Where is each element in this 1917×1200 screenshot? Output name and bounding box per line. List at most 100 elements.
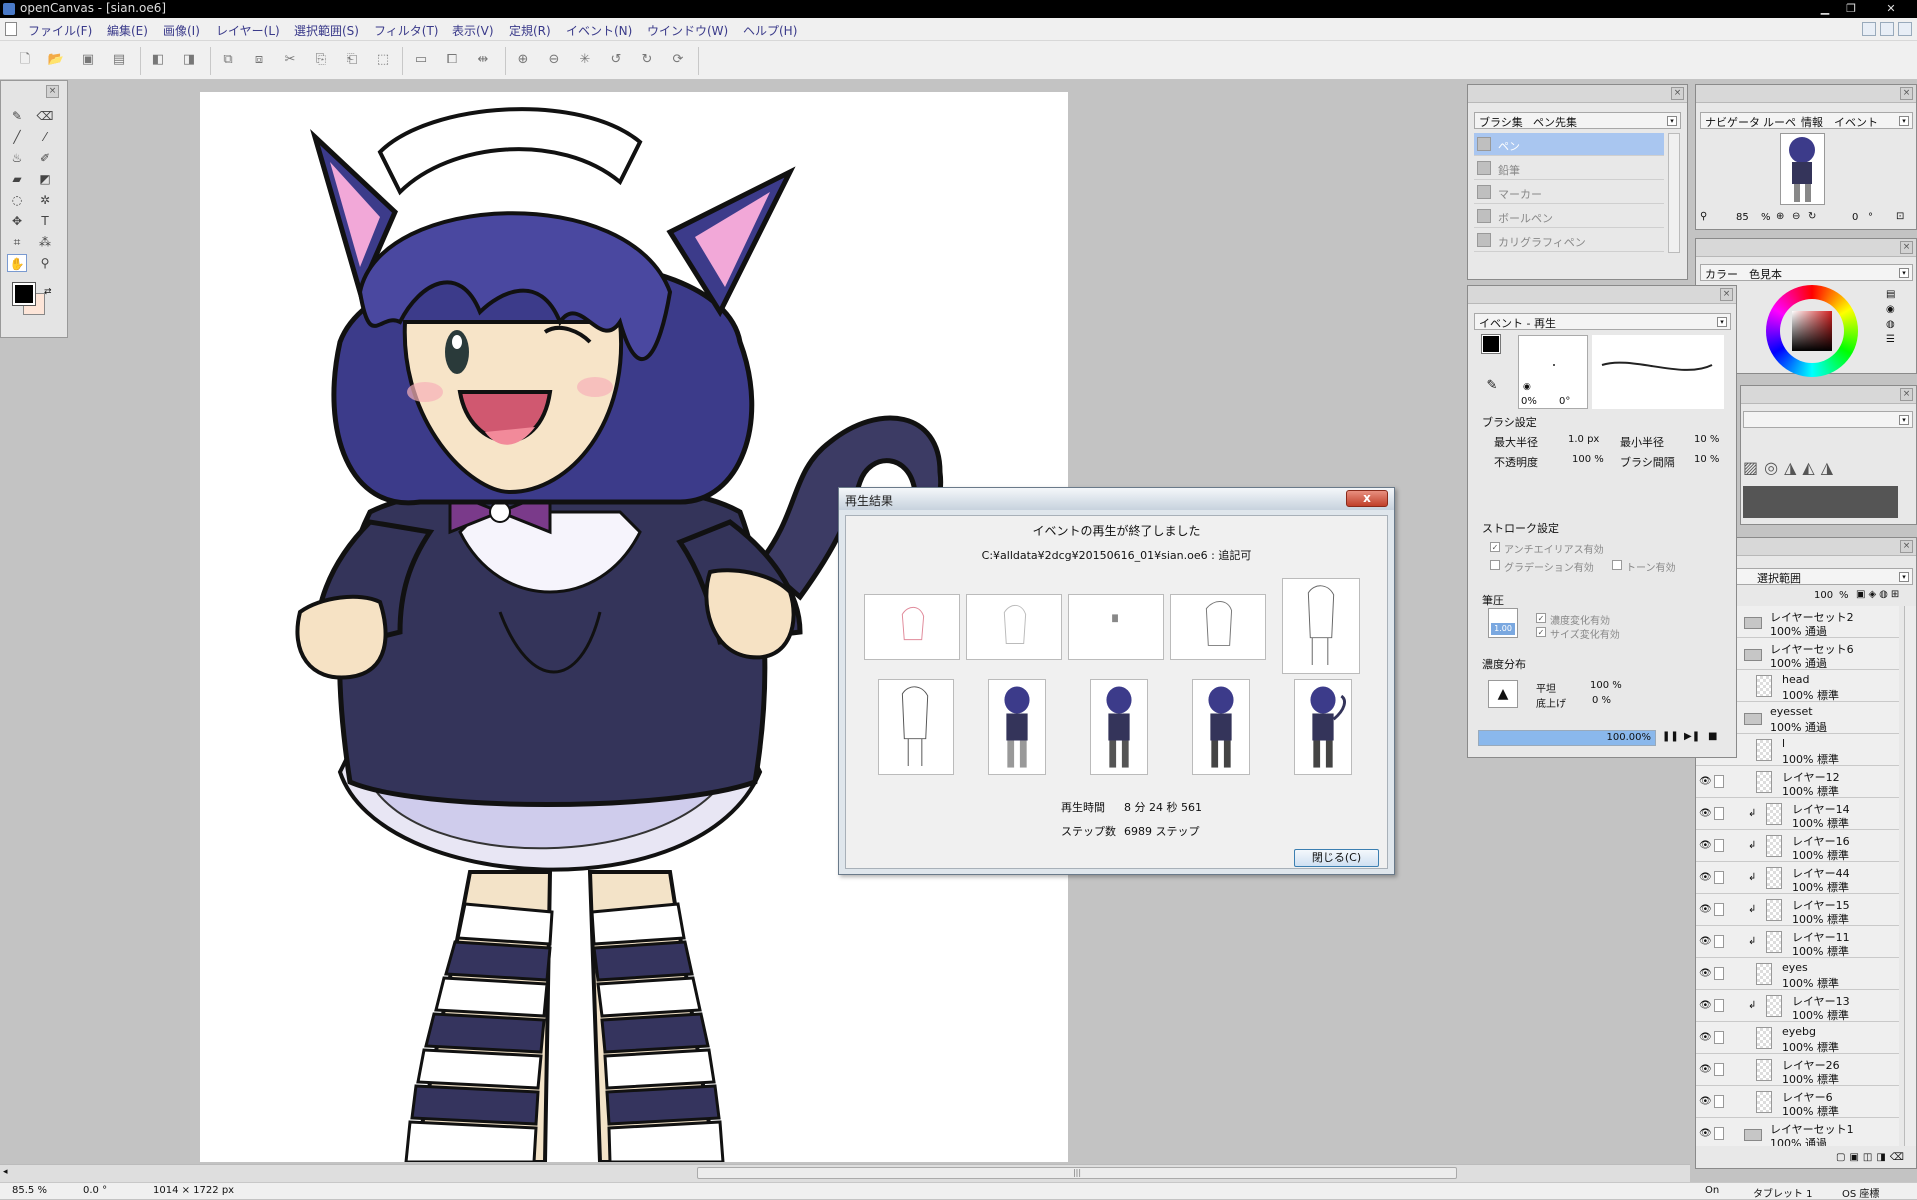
horizontal-scrollbar[interactable]: ◂ ||| [0, 1164, 1690, 1182]
menu-layer[interactable]: レイヤー(L) [216, 22, 280, 39]
next-icon[interactable]: ◨ [180, 51, 198, 69]
close-window-button[interactable]: ✕ [1880, 1, 1902, 16]
brush-panel-close-button[interactable]: × [1671, 87, 1684, 100]
gradient-tool-icon[interactable]: ◩ [35, 170, 55, 188]
pattern-menu-icon[interactable]: ▾ [1899, 415, 1909, 425]
layer-row[interactable]: 👁 レイヤーセット1 100% 通過 [1696, 1118, 1899, 1146]
fill-tool-icon[interactable]: ♨ [7, 149, 27, 167]
layer-row[interactable]: 👁 レイヤー6 100% 標準 [1696, 1086, 1899, 1118]
tab-event[interactable]: イベント [1834, 114, 1878, 130]
brush-panel-menu-icon[interactable]: ▾ [1667, 116, 1677, 126]
magic-wand-icon[interactable]: ✲ [35, 191, 55, 209]
bucket-tool-icon[interactable]: ▰ [7, 170, 27, 188]
brush-tool-icon[interactable]: ✐ [35, 149, 55, 167]
layer-menu-icon[interactable]: ▾ [1899, 572, 1909, 582]
color-sv-square[interactable] [1792, 311, 1832, 351]
tab-color[interactable]: カラー [1705, 266, 1738, 282]
move-tool-icon[interactable]: ✥ [7, 212, 27, 230]
dialog-close-x-button[interactable]: x [1346, 490, 1388, 507]
event-primary-color[interactable] [1481, 334, 1501, 354]
density-curve-icon[interactable]: ▲ [1488, 680, 1518, 708]
reset-rotation-icon[interactable]: ⟳ [669, 51, 687, 69]
antialias-checkbox[interactable]: ✓ [1490, 542, 1500, 552]
tool-palette-close-button[interactable]: × [46, 85, 59, 98]
folder-icon[interactable] [1744, 649, 1762, 661]
flip-icon[interactable]: ⇹ [474, 51, 492, 69]
save-as-icon[interactable]: ▤ [110, 51, 128, 69]
visibility-eye-icon[interactable]: 👁 [1699, 1064, 1712, 1075]
airbrush-tool-icon[interactable]: ⁄ [35, 128, 55, 146]
layer-row[interactable]: 👁 eyebg 100% 標準 [1696, 1022, 1899, 1054]
layer-row[interactable]: 👁 レイヤー26 100% 標準 [1696, 1054, 1899, 1086]
menu-event[interactable]: イベント(N) [566, 22, 632, 39]
select-rect-icon[interactable]: ▭ [412, 51, 430, 69]
paste-doc-icon[interactable]: ⧈ [250, 51, 268, 69]
restore-button[interactable]: ❐ [1840, 1, 1862, 16]
swap-colors-icon[interactable]: ⇄ [44, 287, 52, 297]
color-menu-icon[interactable]: ▾ [1899, 268, 1909, 278]
tab-loupe[interactable]: ルーペ [1763, 114, 1796, 130]
primary-color-swatch[interactable] [12, 282, 36, 306]
pen-tool-icon[interactable]: ✎ [7, 107, 27, 125]
event-menu-icon[interactable]: ▾ [1717, 317, 1727, 327]
layer-row[interactable]: 👁 ↲ レイヤー16 100% 標準 [1696, 830, 1899, 862]
brush-item-calligraphy[interactable]: カリグラフィペン [1474, 229, 1664, 252]
mdi-restore-button[interactable] [1880, 22, 1894, 36]
zoom-out-icon[interactable]: ⊖ [545, 51, 563, 69]
mdi-minimize-button[interactable] [1862, 22, 1876, 36]
fit-icon[interactable]: ✳ [576, 51, 594, 69]
navigator-rotate-icon[interactable]: ↻ [1808, 211, 1816, 222]
visibility-eye-icon[interactable]: 👁 [1699, 872, 1712, 883]
layer-row[interactable]: 👁 ↲ レイヤー14 100% 標準 [1696, 798, 1899, 830]
paste-icon[interactable]: ⎗ [343, 51, 361, 69]
layer-lock-box[interactable] [1714, 775, 1724, 788]
navigator-menu-icon[interactable]: ▾ [1899, 116, 1909, 126]
layer-lock-box[interactable] [1714, 1095, 1724, 1108]
menu-edit[interactable]: 編集(E) [107, 22, 148, 39]
menu-view[interactable]: 表示(V) [452, 22, 494, 39]
visibility-eye-icon[interactable]: 👁 [1699, 1032, 1712, 1043]
color-panel-close-button[interactable]: × [1900, 241, 1913, 254]
visibility-eye-icon[interactable]: 👁 [1699, 968, 1712, 979]
dialog-close-button[interactable]: 閉じる(C) [1294, 849, 1379, 867]
cut-icon[interactable]: ✂ [281, 51, 299, 69]
tab-info[interactable]: 情報 [1801, 114, 1823, 130]
save-icon[interactable]: ▣ [79, 51, 97, 69]
layer-row[interactable]: 👁 eyes 100% 標準 [1696, 958, 1899, 990]
visibility-eye-icon[interactable]: 👁 [1699, 1096, 1712, 1107]
folder-icon[interactable] [1744, 1129, 1762, 1141]
zoom-tool-icon[interactable]: ⚲ [35, 254, 55, 272]
brush-item-pencil[interactable]: 鉛筆 [1474, 157, 1664, 180]
select-copy-icon[interactable]: ⧠ [443, 51, 461, 69]
horizontal-scroll-thumb[interactable]: ||| [697, 1167, 1457, 1179]
rotate-right-icon[interactable]: ↻ [638, 51, 656, 69]
brush-item-marker[interactable]: マーカー [1474, 181, 1664, 204]
navigator-zoom-value[interactable]: 85 [1736, 212, 1749, 223]
layer-row[interactable]: 👁 レイヤー12 100% 標準 [1696, 766, 1899, 798]
mdi-close-button[interactable] [1898, 22, 1912, 36]
layer-lock-box[interactable] [1714, 1031, 1724, 1044]
layer-row[interactable]: 👁 ↲ レイヤー11 100% 標準 [1696, 926, 1899, 958]
tab-swatches[interactable]: 色見本 [1749, 266, 1782, 282]
menu-window[interactable]: ウインドウ(W) [647, 22, 728, 39]
layer-lock-box[interactable] [1714, 903, 1724, 916]
tab-pen-tip-set[interactable]: ペン先集 [1533, 114, 1577, 130]
pattern-tiles[interactable]: ▨◎◮◭◮ [1743, 458, 1903, 480]
density-change-checkbox[interactable]: ✓ [1536, 613, 1546, 623]
folder-icon[interactable] [1744, 713, 1762, 725]
layer-opacity-value[interactable]: 100 [1814, 590, 1833, 601]
color-mode-icons[interactable]: ▤ ◉ ◍ ☰ [1886, 287, 1902, 347]
visibility-eye-icon[interactable]: 👁 [1699, 904, 1712, 915]
zoom-in-icon[interactable]: ⊕ [514, 51, 532, 69]
eyedropper-tool-icon[interactable]: ⁂ [35, 233, 55, 251]
scroll-left-icon[interactable]: ◂ [3, 1167, 8, 1177]
folder-icon[interactable] [1744, 617, 1762, 629]
tab-selection[interactable]: 選択範囲 [1757, 570, 1801, 586]
layer-lock-box[interactable] [1714, 807, 1724, 820]
brush-list-scrollbar[interactable] [1668, 133, 1680, 253]
rotate-left-icon[interactable]: ↺ [607, 51, 625, 69]
layer-option-icons[interactable]: ▣◈◍⊞ [1856, 589, 1902, 600]
color-hue-wheel[interactable] [1766, 285, 1858, 377]
copy-icon[interactable]: ⎘ [312, 51, 330, 69]
layer-lock-box[interactable] [1714, 935, 1724, 948]
